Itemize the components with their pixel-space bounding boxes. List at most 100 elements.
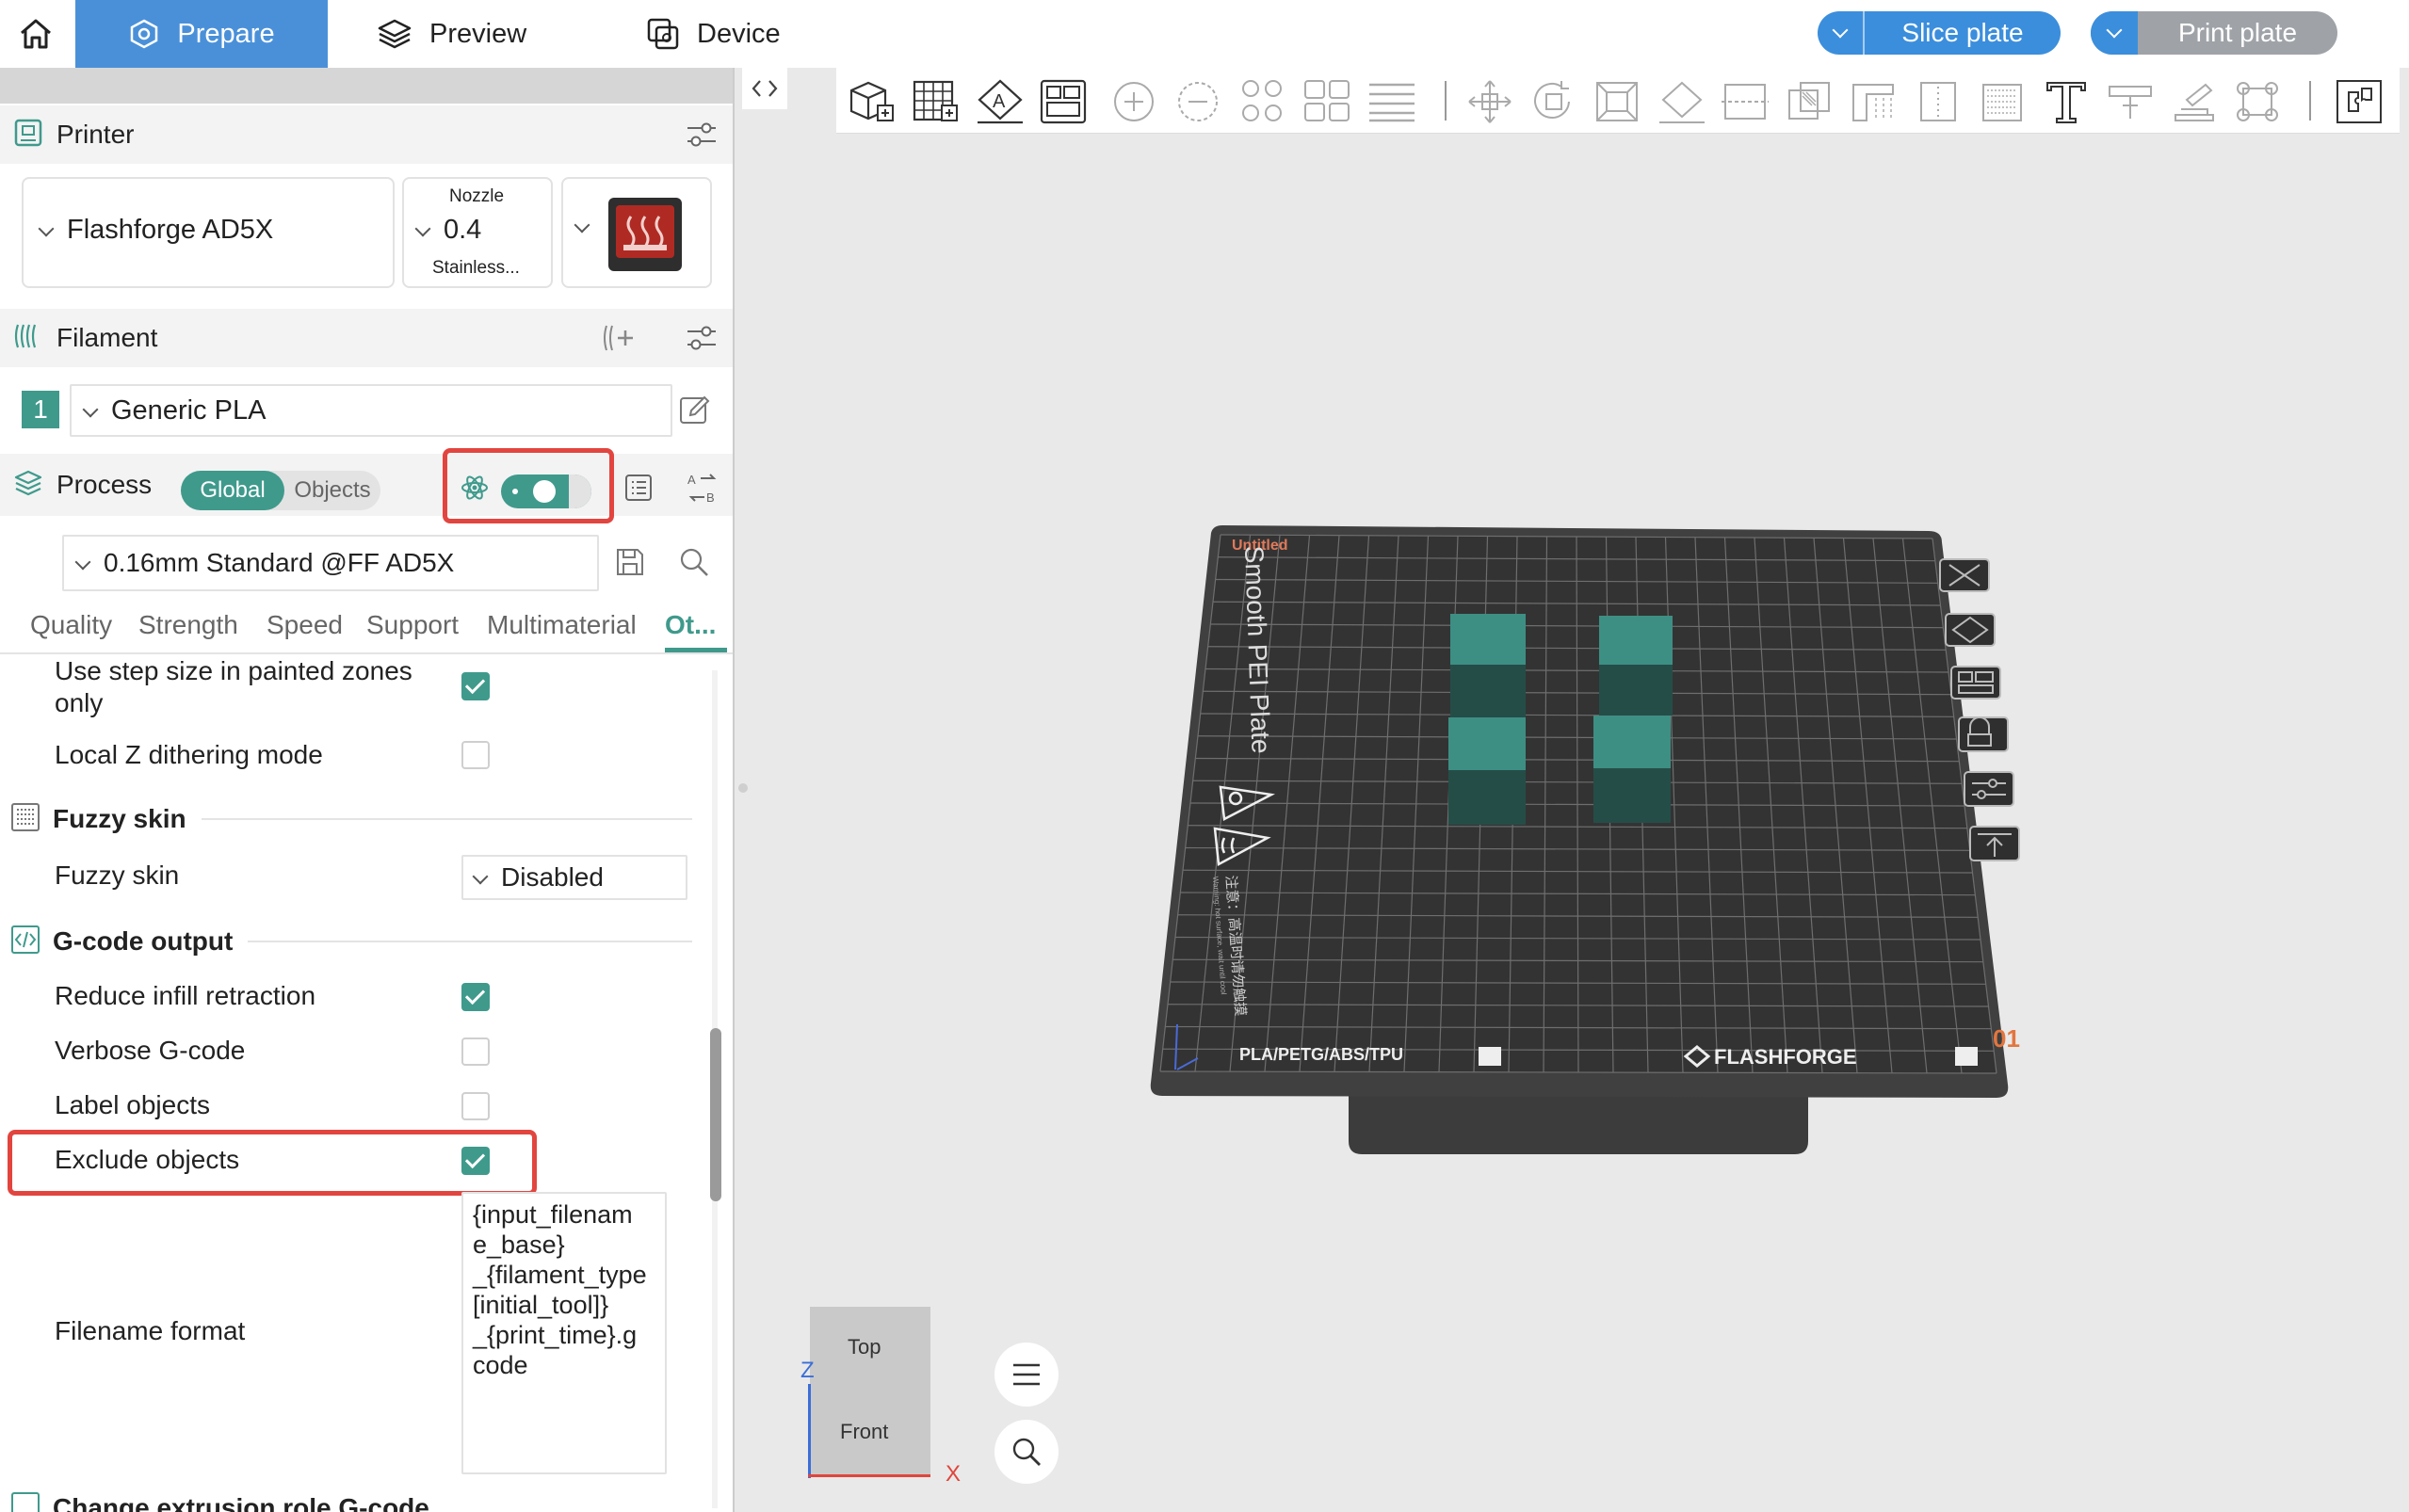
printer-select[interactable]: Flashforge AD5X — [22, 177, 395, 288]
layers-editing-icon[interactable] — [1366, 77, 1418, 131]
filename-line: code — [473, 1351, 528, 1379]
setting-label: Verbose G-code — [55, 1036, 246, 1065]
view-cube-top[interactable]: Top — [848, 1335, 881, 1359]
home-icon[interactable] — [17, 15, 55, 57]
menu-button[interactable] — [994, 1343, 1059, 1407]
toggle-objects[interactable]: Objects — [286, 471, 379, 510]
splitter-handle[interactable] — [738, 783, 748, 793]
plate-qr-icon — [1955, 1047, 1978, 1066]
slice-plate-button[interactable]: Slice plate — [1818, 11, 2061, 55]
fuzzy-skin-group-title: Fuzzy skin — [53, 804, 186, 833]
rotate-icon[interactable] — [1528, 77, 1580, 131]
save-preset-icon[interactable] — [614, 546, 646, 583]
tab-multimaterial[interactable]: Multimaterial — [487, 610, 637, 640]
toggle-global[interactable]: Global — [181, 471, 284, 510]
tab-speed[interactable]: Speed — [267, 610, 343, 640]
tab-prepare[interactable]: Prepare — [75, 0, 328, 68]
process-layers-icon — [13, 468, 43, 503]
support-painting-icon[interactable] — [1848, 77, 1900, 131]
brim-ears-icon[interactable] — [2232, 77, 2285, 131]
process-preset-select[interactable]: 0.16mm Standard @FF AD5X — [62, 535, 599, 591]
verbose-gcode-checkbox[interactable] — [461, 1037, 490, 1066]
collapse-panel-button[interactable] — [742, 68, 787, 109]
chevron-down-icon — [38, 220, 55, 237]
global-objects-toggle[interactable]: Global Objects — [181, 471, 380, 510]
search-settings-icon[interactable] — [678, 546, 710, 583]
setting-label: Use step size in painted zones only — [55, 656, 412, 717]
label-objects-checkbox[interactable] — [461, 1092, 490, 1120]
filament-settings-icon[interactable] — [686, 323, 718, 358]
assembly-icon[interactable] — [2168, 77, 2221, 131]
filament-select[interactable]: Generic PLA — [70, 384, 672, 437]
move-icon[interactable] — [1463, 77, 1516, 131]
zoom-button[interactable] — [994, 1420, 1059, 1484]
add-instance-icon[interactable] — [1109, 77, 1162, 131]
gcode-output-group-title: G-code output — [53, 926, 234, 956]
chevron-down-icon — [82, 401, 99, 418]
filename-line: {input_filenam — [473, 1200, 633, 1229]
setting-label: Label objects — [55, 1090, 211, 1119]
add-plate-icon[interactable] — [910, 77, 962, 131]
setting-label: Local Z dithering mode — [55, 740, 323, 769]
fuzzy-skin-select[interactable]: Disabled — [461, 855, 687, 900]
tab-quality[interactable]: Quality — [30, 610, 112, 640]
menu-icon — [1013, 1363, 1040, 1386]
model-cube[interactable] — [1593, 716, 1671, 768]
model-cube[interactable] — [1448, 717, 1526, 770]
prepare-icon — [131, 19, 158, 49]
bed-type-select[interactable] — [561, 177, 712, 288]
boolean-icon[interactable] — [1784, 77, 1836, 131]
print-plate-button[interactable]: Print plate — [2091, 11, 2337, 55]
arrange-icon[interactable] — [1038, 77, 1091, 131]
filename-line: _{print_time}.g — [473, 1321, 638, 1349]
z-axis-label: Z — [800, 1358, 815, 1383]
add-filament-icon[interactable] — [603, 322, 637, 359]
add-object-icon[interactable] — [846, 77, 898, 131]
setting-label: Filename format — [55, 1316, 246, 1345]
lay-on-face-icon[interactable] — [1656, 77, 1708, 131]
model-cube-side — [1450, 665, 1526, 717]
fuzzy-skin-painting-icon[interactable] — [1976, 77, 2029, 131]
tab-label: Preview — [429, 18, 527, 49]
nozzle-select[interactable]: Nozzle 0.4 Stainless... — [402, 177, 553, 288]
tab-divider — [0, 652, 733, 654]
split-objects-icon[interactable] — [1237, 77, 1290, 131]
view-cube[interactable]: Top Front — [810, 1307, 930, 1474]
cut-icon[interactable] — [1720, 77, 1772, 131]
measure-icon[interactable] — [2104, 77, 2157, 131]
reduce-infill-retraction-checkbox[interactable] — [461, 983, 490, 1011]
seam-painting-icon[interactable] — [1912, 77, 1964, 131]
printer-settings-icon[interactable] — [686, 120, 718, 154]
model-cube[interactable] — [1450, 614, 1526, 665]
tab-others[interactable]: Ot... — [665, 610, 716, 640]
auto-orient-icon[interactable]: A — [974, 77, 1027, 131]
print-dropdown-icon[interactable] — [2091, 11, 2138, 55]
edit-filament-icon[interactable] — [678, 394, 712, 432]
remove-instance-icon[interactable] — [1173, 77, 1226, 131]
local-z-dithering-checkbox[interactable] — [461, 741, 490, 769]
plate-materials-label: PLA/PETG/ABS/TPU — [1239, 1045, 1403, 1064]
slice-dropdown-icon[interactable] — [1818, 11, 1865, 55]
filename-format-textarea[interactable]: {input_filenam e_base} _{filament_type [… — [461, 1192, 667, 1474]
tab-preview[interactable]: Preview — [377, 0, 526, 68]
scale-icon[interactable] — [1592, 77, 1644, 131]
compare-presets-icon[interactable]: AB — [686, 471, 719, 509]
filament-slot-badge[interactable]: 1 — [22, 391, 59, 428]
slice-plate-label: Slice plate — [1901, 18, 2024, 47]
list-view-icon[interactable] — [623, 473, 654, 507]
code-icon — [9, 924, 41, 960]
view-cube-front[interactable]: Front — [840, 1420, 888, 1444]
tab-support[interactable]: Support — [366, 610, 459, 640]
scrollbar-thumb[interactable] — [710, 1028, 721, 1201]
tab-strength[interactable]: Strength — [138, 610, 238, 640]
use-step-size-checkbox[interactable] — [461, 672, 490, 700]
text-tool-icon[interactable] — [2040, 77, 2093, 131]
model-cube[interactable] — [1599, 616, 1673, 665]
advanced-toggle-highlight — [443, 448, 614, 523]
tab-device[interactable]: Device — [646, 0, 781, 68]
split-parts-icon[interactable] — [1302, 77, 1354, 131]
process-section-header: Process Global Objects AB — [0, 454, 733, 516]
change-extrusion-role-title: Change extrusion role G-code — [53, 1493, 429, 1512]
plate-arrange-icon[interactable] — [2334, 77, 2386, 131]
build-plate-view[interactable]: Untitled Smooth PEI Plate 注意：高温时请勿触摸 War… — [1130, 508, 2053, 1186]
